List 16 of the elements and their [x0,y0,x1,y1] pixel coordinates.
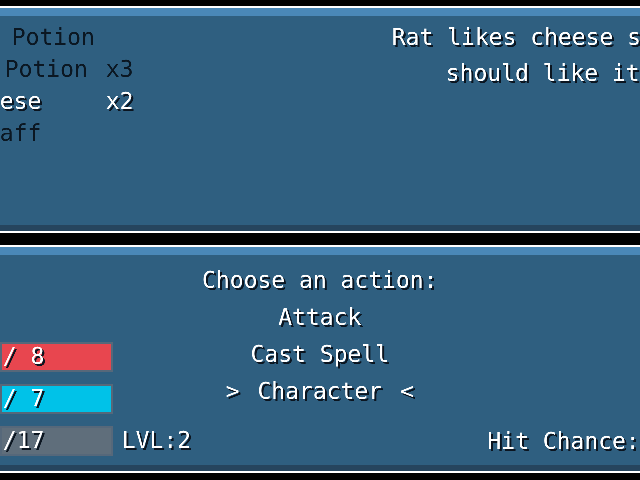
bar-text: /17 [2,428,46,454]
cursor-text: > [226,381,240,404]
item-name[interactable]: ese [0,90,106,114]
level-text: LVL:2 [122,430,192,452]
description-text: should like it [445,62,640,86]
cursor-text: < [400,381,414,404]
hit-chance-label: Hit Chance: [488,431,640,454]
action-option[interactable]: Character [258,381,382,404]
action-option[interactable]: Attack [278,307,362,330]
bar-text: / 7 [2,386,46,412]
item-count: x3 [106,58,134,82]
action-option[interactable]: Cast Spell [250,344,390,367]
item-count: x2 [106,90,134,114]
prompt-text: Choose an action: [202,267,438,296]
bar-text: / 8 [2,344,46,370]
description-text: Rat likes cheese s [391,26,640,50]
